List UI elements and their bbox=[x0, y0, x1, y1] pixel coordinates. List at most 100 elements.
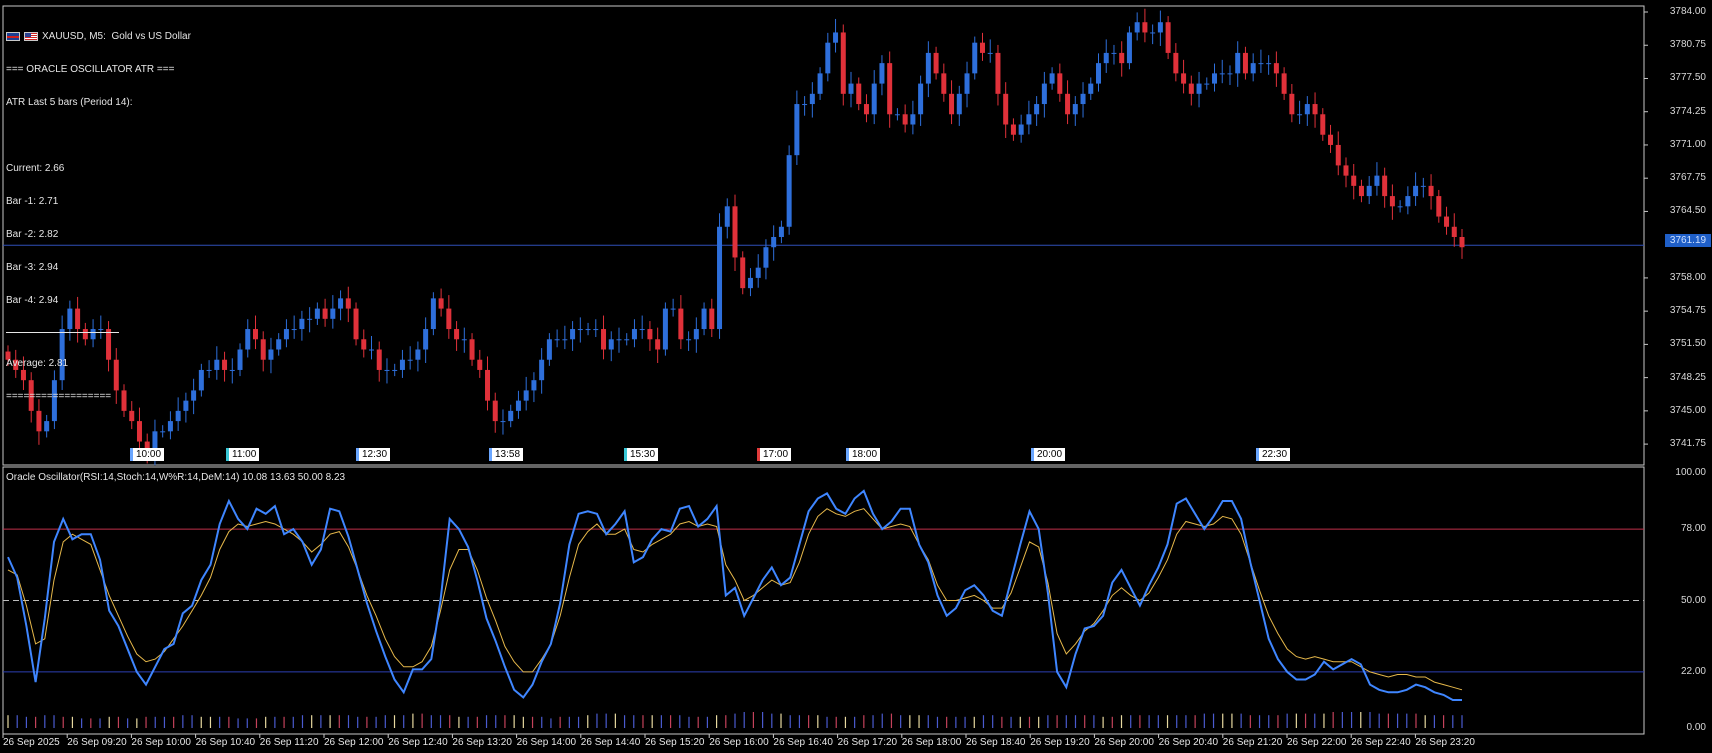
candle bbox=[392, 363, 398, 377]
candle bbox=[1389, 184, 1395, 220]
candle bbox=[879, 55, 885, 96]
candle bbox=[500, 409, 506, 435]
candle bbox=[1126, 26, 1132, 70]
candle bbox=[415, 341, 421, 372]
candle bbox=[260, 331, 266, 372]
candle bbox=[1459, 229, 1465, 259]
candle bbox=[902, 104, 908, 133]
candle bbox=[1041, 71, 1047, 118]
time-axis-label: 26 Sep 10:40 bbox=[195, 737, 256, 748]
candle bbox=[871, 70, 877, 125]
atr-current: Current: 2.66 bbox=[6, 163, 65, 174]
candle bbox=[539, 348, 545, 394]
price-axis-label: 3745.00 bbox=[1669, 404, 1706, 416]
time-axis-label: 26 Sep 22:00 bbox=[1287, 737, 1347, 748]
candle bbox=[508, 404, 514, 428]
candle bbox=[1320, 108, 1326, 141]
candle bbox=[322, 298, 328, 327]
candle bbox=[593, 319, 599, 338]
candle bbox=[237, 343, 243, 377]
price-axis-label: 3751.50 bbox=[1669, 338, 1706, 350]
oscillator-panel[interactable] bbox=[2, 466, 1645, 738]
candle bbox=[198, 363, 204, 397]
candle bbox=[1250, 53, 1256, 82]
candle bbox=[1436, 189, 1442, 223]
candle bbox=[229, 358, 235, 384]
candle bbox=[848, 71, 854, 108]
candle bbox=[1366, 176, 1372, 205]
candle bbox=[616, 327, 622, 353]
candle bbox=[1119, 41, 1125, 77]
usd-flag-icon bbox=[24, 32, 38, 41]
time-axis-label: 26 Sep 14:40 bbox=[580, 737, 641, 748]
candle bbox=[686, 331, 692, 351]
candle bbox=[399, 349, 405, 378]
candle bbox=[268, 337, 274, 374]
candle bbox=[802, 96, 808, 116]
time-axis-label: 26 Sep 10:00 bbox=[131, 737, 191, 748]
candle bbox=[639, 315, 645, 339]
candle bbox=[1173, 43, 1179, 82]
candle bbox=[430, 292, 436, 336]
candle bbox=[214, 346, 220, 380]
candle bbox=[1150, 24, 1156, 45]
candle bbox=[1405, 186, 1411, 215]
candle bbox=[972, 36, 978, 80]
time-axis-label: 26 Sep 12:40 bbox=[388, 737, 448, 748]
session-time-tag: 10:00 bbox=[130, 448, 165, 461]
candle bbox=[1242, 46, 1248, 80]
candle bbox=[601, 315, 607, 360]
time-axis-label: 26 Sep 22:40 bbox=[1351, 737, 1411, 748]
price-axis-label: 3771.00 bbox=[1669, 138, 1706, 150]
candle bbox=[461, 327, 467, 353]
candle bbox=[1103, 39, 1109, 73]
session-time-tag: 18:00 bbox=[846, 448, 881, 461]
atr-bar-2: Bar -2: 2.82 bbox=[6, 229, 59, 240]
price-axis-label: 3754.75 bbox=[1669, 305, 1706, 317]
candle bbox=[345, 286, 351, 323]
candle bbox=[1157, 10, 1163, 46]
candle bbox=[662, 302, 668, 356]
candle bbox=[701, 302, 707, 336]
candle bbox=[423, 317, 429, 363]
candle bbox=[407, 346, 413, 370]
price-chart-panel[interactable] bbox=[2, 5, 1648, 466]
candle bbox=[245, 319, 251, 358]
candle bbox=[1289, 84, 1295, 123]
candle bbox=[1413, 172, 1419, 206]
session-time-tag: 20:00 bbox=[1031, 448, 1066, 461]
time-axis-label: 26 Sep 20:00 bbox=[1094, 737, 1154, 748]
candle bbox=[191, 378, 197, 415]
candle bbox=[338, 290, 344, 321]
candle bbox=[1273, 51, 1279, 87]
candle bbox=[933, 46, 939, 80]
candle bbox=[1134, 12, 1140, 41]
candle bbox=[817, 67, 823, 100]
candle bbox=[771, 225, 777, 261]
price-axis-label: 3784.00 bbox=[1669, 6, 1706, 17]
time-axis-label: 26 Sep 18:40 bbox=[966, 737, 1026, 748]
candle bbox=[1080, 82, 1086, 118]
candle bbox=[1258, 49, 1264, 73]
candle bbox=[136, 407, 142, 452]
candle bbox=[1003, 82, 1009, 138]
candle bbox=[1374, 162, 1380, 196]
candle bbox=[1235, 41, 1241, 87]
trading-chart[interactable] bbox=[0, 0, 1712, 753]
candle bbox=[446, 295, 452, 339]
time-axis-label: 26 Sep 11:20 bbox=[259, 737, 319, 748]
candle bbox=[856, 77, 862, 111]
candle bbox=[291, 315, 297, 339]
candle bbox=[655, 327, 661, 363]
time-axis-label: 26 Sep 13:20 bbox=[452, 737, 512, 748]
oscillator-line bbox=[7, 489, 1462, 701]
candle bbox=[740, 251, 746, 295]
time-axis-label: 26 Sep 16:40 bbox=[773, 737, 833, 748]
candle bbox=[477, 349, 483, 378]
candle bbox=[1072, 96, 1078, 126]
candle bbox=[1088, 77, 1094, 100]
candle bbox=[252, 315, 258, 350]
candle bbox=[925, 41, 931, 98]
atr-bar-3: Bar -3: 2.94 bbox=[6, 262, 59, 273]
atr-header: === ORACLE OSCILLATOR ATR === bbox=[6, 64, 175, 75]
